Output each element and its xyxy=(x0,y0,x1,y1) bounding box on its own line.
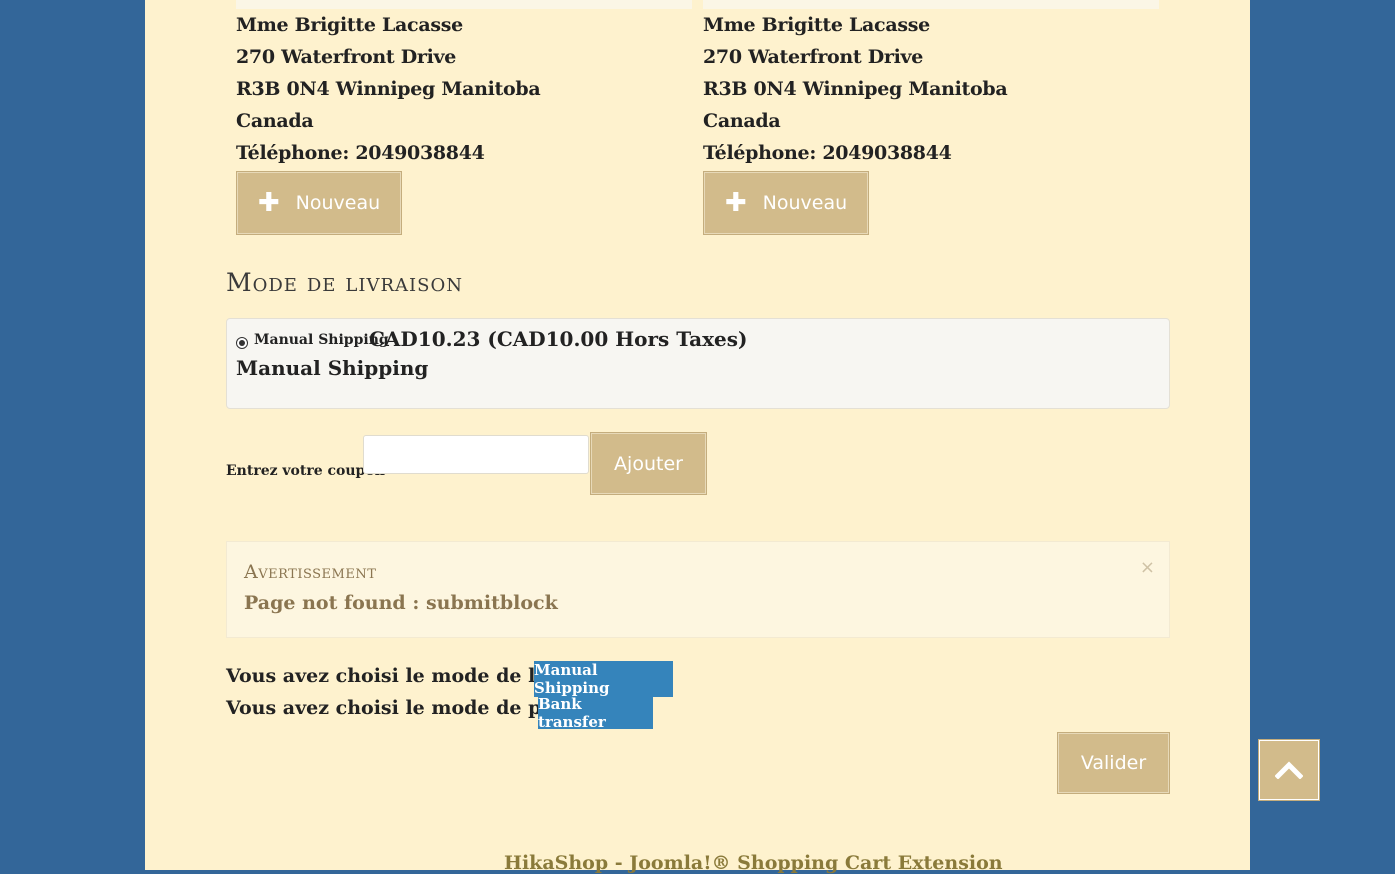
address-city: R3B 0N4 Winnipeg Manitoba xyxy=(236,78,541,100)
shipping-address: Mme Brigitte Lacasse 270 Waterfront Driv… xyxy=(703,9,1159,169)
warning-alert: Avertissement Page not found : submitblo… xyxy=(226,541,1170,638)
chosen-payment-badge: Bank transfer xyxy=(538,695,653,731)
address-name: Mme Brigitte Lacasse xyxy=(236,14,463,36)
shipping-radio[interactable] xyxy=(236,337,248,349)
address-header-bar xyxy=(703,0,1159,9)
address-street: 270 Waterfront Drive xyxy=(703,46,924,68)
checkout-page: Mme Brigitte Lacasse 270 Waterfront Driv… xyxy=(145,0,1250,874)
address-city: R3B 0N4 Winnipeg Manitoba xyxy=(703,78,1008,100)
address-country: Canada xyxy=(703,110,781,132)
billing-address: Mme Brigitte Lacasse 270 Waterfront Driv… xyxy=(236,9,692,169)
shipping-method-title: Mode de livraison xyxy=(226,268,463,297)
new-shipping-address-button[interactable]: ✚ Nouveau xyxy=(704,172,868,234)
shipping-method-box: Manual Shipping CAD10.23 (CAD10.00 Hors … xyxy=(226,318,1170,409)
shipping-option-price: CAD10.23 (CAD10.00 Hors Taxes) xyxy=(369,327,748,351)
billing-address-column: Mme Brigitte Lacasse 270 Waterfront Driv… xyxy=(236,0,692,169)
address-phone: Téléphone: 2049038844 xyxy=(236,142,485,164)
alert-message: Page not found : submitblock xyxy=(244,592,558,614)
plus-icon: ✚ xyxy=(724,188,747,218)
address-phone: Téléphone: 2049038844 xyxy=(703,142,952,164)
address-name: Mme Brigitte Lacasse xyxy=(703,14,930,36)
chosen-shipping-badge: Manual Shipping xyxy=(534,661,673,697)
alert-title: Avertissement xyxy=(244,561,377,583)
validate-button[interactable]: Valider xyxy=(1058,733,1169,793)
plus-icon: ✚ xyxy=(257,188,280,218)
coupon-label: Entrez votre coupon xyxy=(226,463,385,479)
add-coupon-button[interactable]: Ajouter xyxy=(591,433,706,494)
close-icon[interactable]: × xyxy=(1140,557,1155,578)
shipping-option-description: Manual Shipping xyxy=(236,356,429,380)
address-header-bar xyxy=(236,0,692,9)
chevron-up-icon xyxy=(1275,761,1303,779)
new-button-label: Nouveau xyxy=(295,192,381,214)
new-button-label: Nouveau xyxy=(762,192,848,214)
address-street: 270 Waterfront Drive xyxy=(236,46,457,68)
scroll-to-top-button[interactable] xyxy=(1259,740,1319,800)
address-country: Canada xyxy=(236,110,314,132)
coupon-input[interactable] xyxy=(363,435,589,474)
footer-link[interactable]: HikaShop - Joomla!® Shopping Cart Extens… xyxy=(504,852,1003,874)
new-billing-address-button[interactable]: ✚ Nouveau xyxy=(237,172,401,234)
shipping-address-column: Mme Brigitte Lacasse 270 Waterfront Driv… xyxy=(703,0,1159,169)
